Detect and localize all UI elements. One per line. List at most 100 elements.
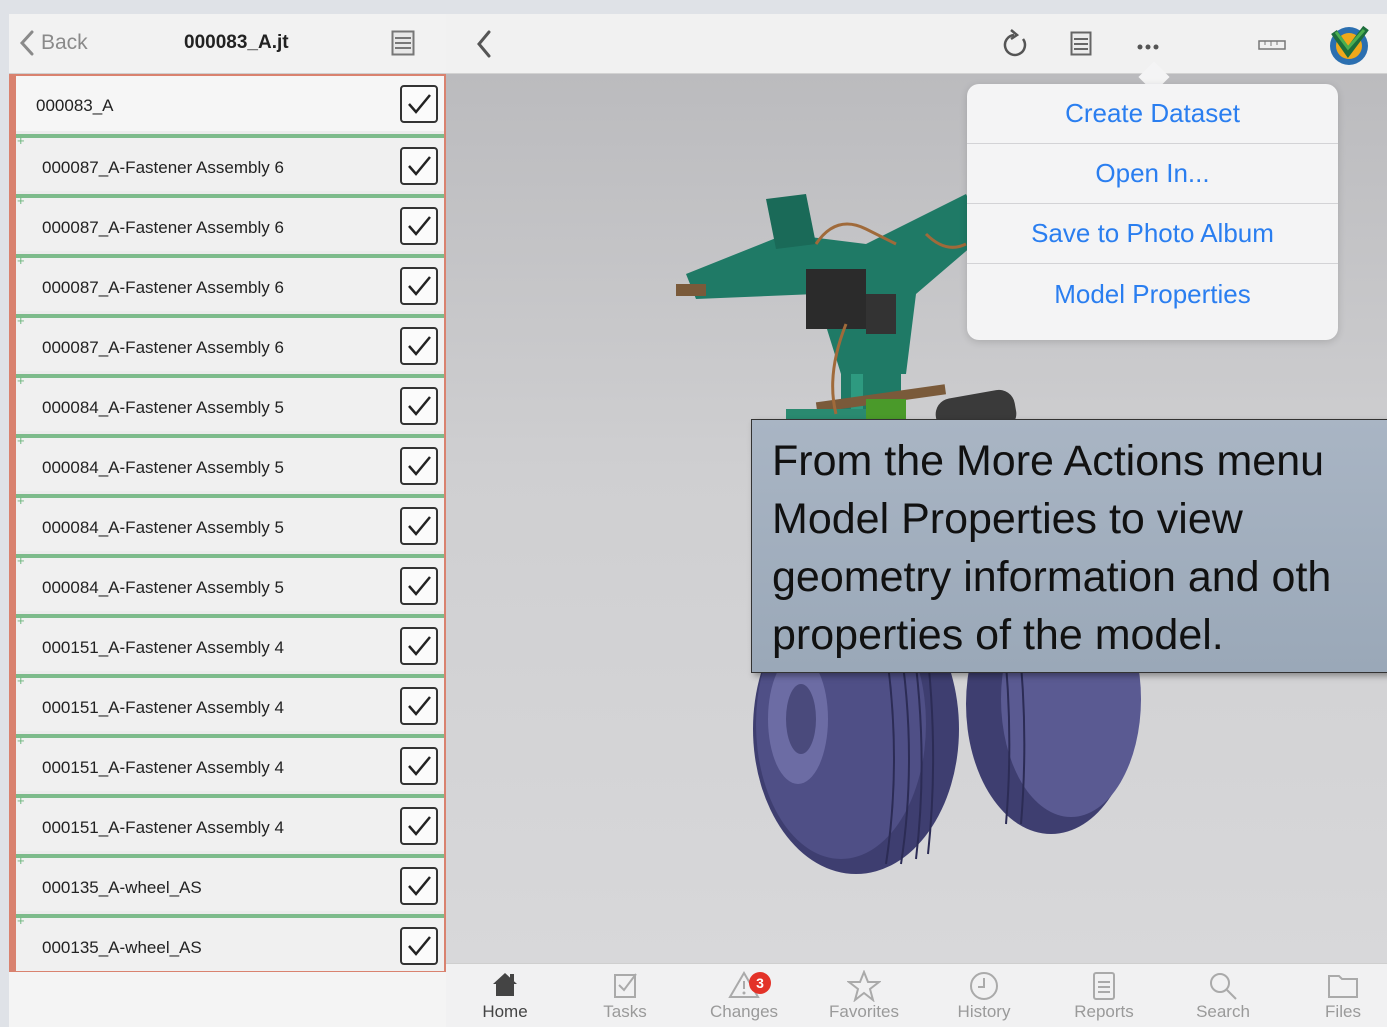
tab-changes[interactable]: 3 Changes: [689, 970, 799, 1022]
instruction-callout: From the More Actions menu Model Properti…: [751, 419, 1387, 673]
visibility-checkbox[interactable]: [400, 807, 438, 845]
tab-search[interactable]: Search: [1168, 970, 1278, 1022]
visibility-checkbox[interactable]: [400, 85, 438, 123]
expand-icon[interactable]: +: [17, 914, 25, 927]
tree-root-item[interactable]: 000083_A: [16, 74, 444, 131]
visibility-checkbox[interactable]: [400, 507, 438, 545]
expand-icon[interactable]: +: [17, 374, 25, 387]
callout-line: geometry information and oth: [772, 553, 1332, 601]
menu-item-open-in[interactable]: Open In...: [967, 144, 1338, 204]
tree-item[interactable]: +000151_A-Fastener Assembly 4: [16, 674, 444, 731]
tree-item[interactable]: +000135_A-wheel_AS: [16, 914, 444, 971]
visibility-checkbox[interactable]: [400, 747, 438, 785]
file-title: 000083_A.jt: [184, 32, 289, 53]
panel-icon[interactable]: [1070, 31, 1092, 62]
tree-item-label: 000087_A-Fastener Assembly 6: [42, 218, 284, 237]
expand-icon[interactable]: +: [17, 554, 25, 567]
tree-item[interactable]: +000087_A-Fastener Assembly 6: [16, 194, 444, 251]
tree-item[interactable]: +000151_A-Fastener Assembly 4: [16, 794, 444, 851]
panel-icon[interactable]: [391, 30, 415, 61]
expand-icon[interactable]: +: [17, 614, 25, 627]
tree-item-label: 000087_A-Fastener Assembly 6: [42, 278, 284, 297]
refresh-icon[interactable]: [1001, 27, 1029, 64]
tree-item[interactable]: +000087_A-Fastener Assembly 6: [16, 134, 444, 191]
expand-icon[interactable]: +: [17, 134, 25, 147]
tree-item-label: 000151_A-Fastener Assembly 4: [42, 638, 284, 657]
visibility-checkbox[interactable]: [400, 267, 438, 305]
visibility-checkbox[interactable]: [400, 927, 438, 965]
tab-home[interactable]: Home: [450, 970, 560, 1022]
tree-item[interactable]: +000135_A-wheel_AS: [16, 854, 444, 911]
tree-item[interactable]: +000151_A-Fastener Assembly 4: [16, 614, 444, 671]
tab-favorites[interactable]: Favorites: [809, 969, 919, 1022]
tab-reports[interactable]: Reports: [1049, 970, 1159, 1022]
changes-badge: 3: [749, 972, 771, 994]
visibility-checkbox[interactable]: [400, 867, 438, 905]
back-label: Back: [41, 31, 88, 54]
menu-item-model-properties[interactable]: Model Properties: [967, 264, 1338, 324]
viewer-toolbar: [446, 14, 1387, 74]
back-button[interactable]: Back: [19, 28, 88, 58]
tree-item-label: 000135_A-wheel_AS: [42, 878, 202, 897]
expand-icon[interactable]: +: [17, 314, 25, 327]
expand-icon[interactable]: +: [17, 854, 25, 867]
tree-item[interactable]: +000084_A-Fastener Assembly 5: [16, 434, 444, 491]
bottom-tab-bar: Home Tasks 3 Changes Favorites History Reports…: [446, 963, 1387, 1027]
visibility-checkbox[interactable]: [400, 687, 438, 725]
callout-line: Model Properties to view: [772, 495, 1243, 543]
chevron-left-icon: [19, 30, 34, 56]
tab-history[interactable]: History: [929, 970, 1039, 1022]
tree-item[interactable]: +000084_A-Fastener Assembly 5: [16, 494, 444, 551]
expand-icon[interactable]: +: [17, 794, 25, 807]
visibility-checkbox[interactable]: [400, 447, 438, 485]
tree-item-label: 000084_A-Fastener Assembly 5: [42, 518, 284, 537]
star-icon: [809, 969, 919, 1003]
structure-tree: 000083_A +000087_A-Fastener Assembly 6 +00…: [9, 74, 446, 972]
expand-icon[interactable]: +: [17, 494, 25, 507]
tab-files[interactable]: Files: [1288, 970, 1387, 1022]
tasks-icon: [570, 970, 680, 1002]
tab-label: Tasks: [603, 1002, 647, 1021]
tree-item[interactable]: +000084_A-Fastener Assembly 5: [16, 374, 444, 431]
changes-icon: [689, 970, 799, 1002]
menu-item-create-dataset[interactable]: Create Dataset: [967, 84, 1338, 144]
tab-tasks[interactable]: Tasks: [570, 970, 680, 1022]
visibility-checkbox[interactable]: [400, 147, 438, 185]
back-chevron-icon[interactable]: [476, 30, 492, 63]
tree-item-label: 000084_A-Fastener Assembly 5: [42, 458, 284, 477]
visibility-checkbox[interactable]: [400, 627, 438, 665]
tree-item[interactable]: +000151_A-Fastener Assembly 4: [16, 734, 444, 791]
app-logo-icon[interactable]: [1326, 22, 1372, 73]
expand-icon[interactable]: +: [17, 254, 25, 267]
tab-label: History: [957, 1002, 1011, 1021]
tab-label: Files: [1325, 1002, 1361, 1021]
more-icon[interactable]: [1136, 38, 1160, 56]
tree-item[interactable]: +000084_A-Fastener Assembly 5: [16, 554, 444, 611]
tree-item-label: 000135_A-wheel_AS: [42, 938, 202, 957]
callout-line: properties of the model.: [772, 611, 1224, 659]
tab-label: Search: [1196, 1002, 1250, 1021]
expand-icon[interactable]: +: [17, 674, 25, 687]
tree-item-label: 000151_A-Fastener Assembly 4: [42, 758, 284, 777]
folder-icon: [1288, 970, 1387, 1002]
tree-item-label: 000151_A-Fastener Assembly 4: [42, 818, 284, 837]
callout-line: From the More Actions menu: [772, 437, 1325, 485]
visibility-checkbox[interactable]: [400, 207, 438, 245]
expand-icon[interactable]: +: [17, 194, 25, 207]
visibility-checkbox[interactable]: [400, 387, 438, 425]
tree-item-label: 000083_A: [36, 96, 114, 115]
expand-icon[interactable]: +: [17, 734, 25, 747]
tree-item-label: 000087_A-Fastener Assembly 6: [42, 338, 284, 357]
menu-item-save-to-photo-album[interactable]: Save to Photo Album: [967, 204, 1338, 264]
expand-icon[interactable]: +: [17, 434, 25, 447]
ruler-icon[interactable]: [1258, 38, 1286, 56]
reports-icon: [1049, 970, 1159, 1002]
tree-item[interactable]: +000087_A-Fastener Assembly 6: [16, 254, 444, 311]
tree-item-label: 000084_A-Fastener Assembly 5: [42, 578, 284, 597]
search-icon: [1168, 970, 1278, 1002]
tree-item[interactable]: +000087_A-Fastener Assembly 6: [16, 314, 444, 371]
tab-label: Reports: [1074, 1002, 1134, 1021]
visibility-checkbox[interactable]: [400, 327, 438, 365]
tab-label: Favorites: [829, 1002, 899, 1021]
visibility-checkbox[interactable]: [400, 567, 438, 605]
